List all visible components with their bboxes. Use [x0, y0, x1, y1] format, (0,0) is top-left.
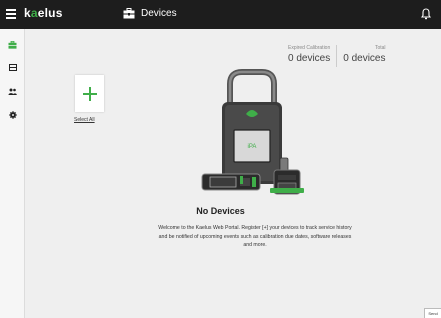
gear-icon [8, 111, 17, 119]
empty-state-title: No Devices [196, 206, 245, 216]
total-value: 0 devices [343, 53, 386, 64]
sidebar-item-devices[interactable] [0, 35, 25, 55]
users-icon [8, 88, 17, 95]
total-stat: Total 0 devices [343, 45, 385, 67]
plus-icon [82, 86, 97, 101]
send-feedback-button[interactable]: Send [424, 308, 441, 318]
stat-divider [336, 45, 338, 67]
device-illustration: iPA [201, 69, 304, 195]
page-title: Devices [141, 8, 177, 19]
sidebar-item-settings[interactable] [0, 105, 25, 125]
hamburger-menu-icon[interactable] [6, 9, 16, 19]
empty-state-message: Welcome to the Kaelus Web Portal. Regist… [158, 225, 352, 249]
top-bar: kaelus Devices [0, 0, 441, 29]
toolbox-icon [123, 8, 135, 19]
bell-icon[interactable] [421, 8, 431, 20]
add-device-button[interactable] [75, 75, 104, 112]
select-all-link[interactable]: Select All [74, 117, 95, 123]
device-screen-text: iPA [248, 144, 257, 150]
expired-calibration-label: Expired Calibration [288, 45, 331, 51]
page-header: Devices [123, 8, 177, 19]
list-icon [8, 63, 17, 71]
toolbox-icon [8, 41, 17, 49]
kaelus-logo[interactable]: kaelus [24, 6, 63, 20]
sidebar [0, 29, 25, 318]
sidebar-item-list[interactable] [0, 57, 25, 77]
total-label: Total [374, 45, 386, 51]
sidebar-item-users[interactable] [0, 81, 25, 101]
